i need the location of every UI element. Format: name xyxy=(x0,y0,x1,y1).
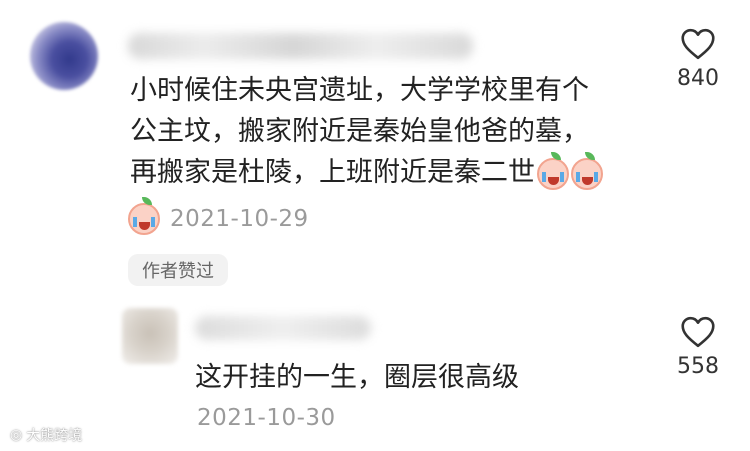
like-count: 840 xyxy=(677,66,719,91)
comment-line: 小时候住未央宫遗址，大学学校里有个 xyxy=(130,75,589,106)
comment-body: 小时候住未央宫遗址，大学学校里有个 公主坟，搬家附近是秦始皇他爸的墓， 再搬家是… xyxy=(130,70,650,193)
comment-line: 公主坟，搬家附近是秦始皇他爸的墓， xyxy=(130,116,589,147)
comment-line: 再搬家是杜陵，上班附近是秦二世 xyxy=(130,151,650,193)
heart-icon xyxy=(681,28,715,60)
watermark-text: 大熊跨境 xyxy=(26,428,83,444)
reply-body: 这开挂的一生，圈层很高级 xyxy=(195,362,519,393)
crying-face-emoji-icon xyxy=(537,151,569,190)
username-blurred[interactable] xyxy=(128,33,473,59)
reply-like-count: 558 xyxy=(677,354,719,379)
author-liked-badge: 作者赞过 xyxy=(128,254,228,286)
avatar[interactable] xyxy=(30,22,98,90)
like-button[interactable]: 840 xyxy=(668,28,728,91)
comment-date: 2021-10-29 xyxy=(170,206,309,232)
crying-face-emoji-icon xyxy=(128,197,160,235)
comment-meta: 2021-10-29 xyxy=(128,197,309,237)
watermark-logo-icon: ◎ xyxy=(10,427,23,443)
heart-icon xyxy=(681,316,715,348)
reply-username-blurred[interactable] xyxy=(195,316,371,340)
crying-face-emoji-icon xyxy=(571,151,603,190)
reply-date: 2021-10-30 xyxy=(197,405,336,431)
reply-avatar[interactable] xyxy=(122,308,178,364)
watermark: ◎ 大熊跨境 xyxy=(10,425,82,445)
reply-like-button[interactable]: 558 xyxy=(668,316,728,379)
